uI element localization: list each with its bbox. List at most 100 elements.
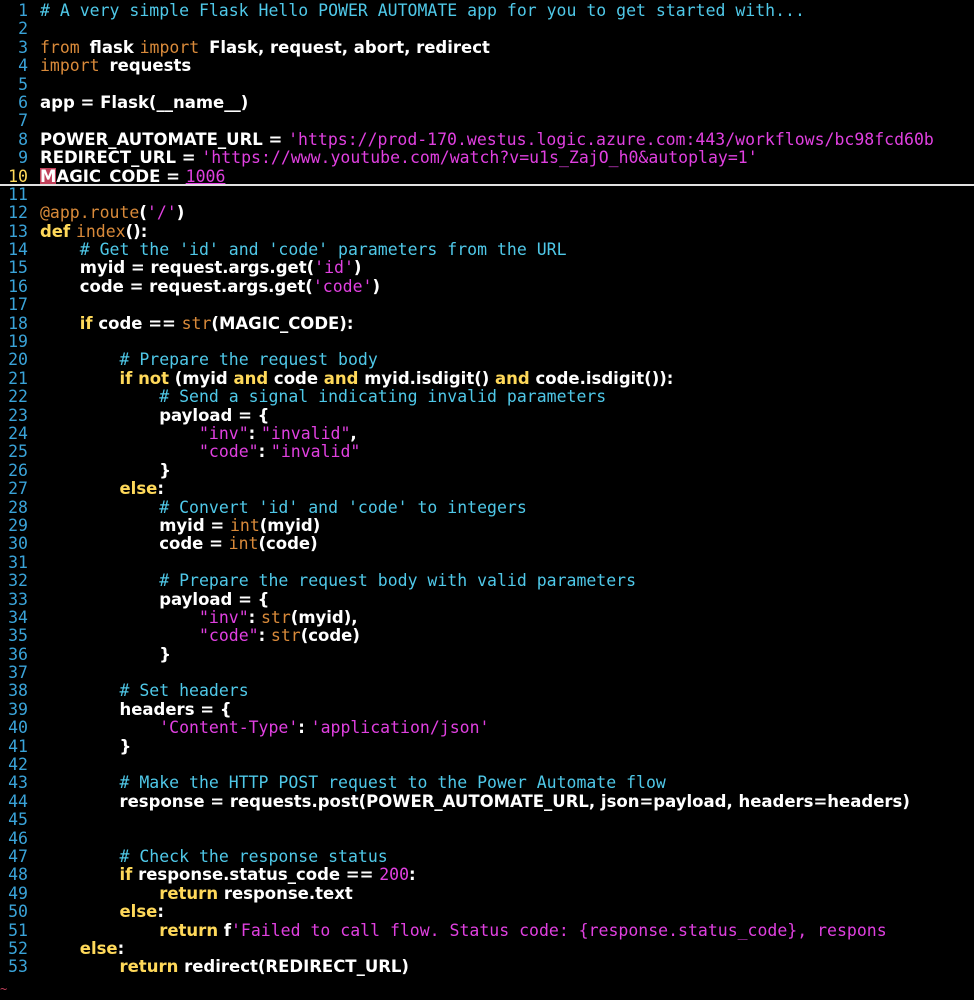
code-line[interactable]: 42: [0, 756, 974, 774]
line-number: 17: [8, 296, 28, 315]
code-line[interactable]: 50 else:: [0, 903, 974, 921]
line-code: }: [40, 646, 171, 664]
code-line[interactable]: 49 return response.text: [0, 885, 974, 903]
code-line[interactable]: 16 code = request.args.get('code'): [0, 278, 974, 296]
code-token: (: [139, 204, 147, 223]
code-line[interactable]: 44 response = requests.post(POWER_AUTOMA…: [0, 793, 974, 811]
code-token: 'https://prod-170.westus.logic.azure.com…: [288, 130, 934, 149]
code-line[interactable]: 34 "inv": str(myid),: [0, 609, 974, 627]
code-token: and: [323, 369, 365, 388]
code-token: payload = {: [159, 590, 270, 609]
code-line[interactable]: 52 else:: [0, 940, 974, 958]
line-number: 35: [8, 627, 28, 646]
code-token: return: [159, 884, 224, 903]
line-code: # Convert 'id' and 'code' to integers: [40, 499, 527, 517]
code-line[interactable]: 1 # A very simple Flask Hello POWER AUTOM…: [0, 2, 974, 20]
code-line[interactable]: 47 # Check the response status: [0, 848, 974, 866]
code-line[interactable]: 11: [0, 186, 974, 204]
code-line[interactable]: 6 app = Flask(__name__): [0, 94, 974, 112]
code-line[interactable]: 3 from flask import Flask, request, abort…: [0, 39, 974, 57]
code-line[interactable]: 2: [0, 20, 974, 38]
line-number: 4: [18, 57, 28, 76]
code-line[interactable]: 30 code = int(code): [0, 535, 974, 553]
line-code: if not (myid and code and myid.isdigit()…: [40, 370, 673, 388]
line-number: 25: [8, 443, 28, 462]
code-line[interactable]: 15 myid = request.args.get('id'): [0, 259, 974, 277]
end-of-buffer-tilde: ~: [0, 982, 8, 996]
line-number: 6: [18, 93, 28, 112]
code-line[interactable]: 23 payload = {: [0, 407, 974, 425]
code-line[interactable]: 13 def index():: [0, 223, 974, 241]
code-editor[interactable]: 1 # A very simple Flask Hello POWER AUTOM…: [0, 2, 974, 977]
code-token: # Convert 'id' and 'code' to integers: [159, 498, 527, 517]
code-line[interactable]: 31: [0, 554, 974, 572]
line-code: POWER_AUTOMATE_URL = 'https://prod-170.w…: [40, 131, 934, 149]
line-number: 8: [18, 130, 28, 149]
code-line[interactable]: 38 # Set headers: [0, 682, 974, 700]
code-line[interactable]: 14 # Get the 'id' and 'code' parameters …: [0, 241, 974, 259]
code-line[interactable]: 18 if code == str(MAGIC_CODE):: [0, 315, 974, 333]
code-line[interactable]: 24 "inv": "invalid",: [0, 425, 974, 443]
code-line[interactable]: 25 "code": "invalid": [0, 443, 974, 461]
line-number: 11: [8, 185, 28, 204]
line-code: "code": str(code): [40, 627, 360, 645]
code-line[interactable]: 40 'Content-Type': 'application/json': [0, 719, 974, 737]
code-line[interactable]: 4 import requests: [0, 57, 974, 75]
code-line[interactable]: 8 POWER_AUTOMATE_URL = 'https://prod-170.…: [0, 131, 974, 149]
line-code: headers = {: [40, 701, 231, 719]
code-line[interactable]: 53 return redirect(REDIRECT_URL): [0, 958, 974, 976]
code-token: ): [372, 277, 380, 296]
code-line[interactable]: 36 }: [0, 646, 974, 664]
code-line[interactable]: 20 # Prepare the request body: [0, 351, 974, 369]
code-line[interactable]: 27 else:: [0, 480, 974, 498]
code-token: # Set headers: [119, 682, 249, 701]
code-line[interactable]: 19: [0, 333, 974, 351]
code-line[interactable]: 29 myid = int(myid): [0, 517, 974, 535]
code-line[interactable]: 41 }: [0, 738, 974, 756]
code-line[interactable]: 7: [0, 112, 974, 130]
code-line[interactable]: 17: [0, 296, 974, 314]
code-line[interactable]: 46: [0, 830, 974, 848]
code-line[interactable]: 43 # Make the HTTP POST request to the P…: [0, 774, 974, 792]
code-line[interactable]: 21 if not (myid and code and myid.isdigi…: [0, 370, 974, 388]
code-line[interactable]: 12 @app.route('/'): [0, 204, 974, 222]
code-token: 200: [379, 866, 410, 885]
code-line[interactable]: 35 "code": str(code): [0, 627, 974, 645]
code-line[interactable]: 10 MAGIC_CODE = 1006: [0, 167, 974, 186]
code-line[interactable]: 5: [0, 76, 974, 94]
code-token: # Make the HTTP POST request to the Powe…: [119, 774, 666, 793]
code-token: "code": [198, 443, 259, 462]
code-line[interactable]: 51 return f'Failed to call flow. Status …: [0, 922, 974, 940]
code-line[interactable]: 26 }: [0, 462, 974, 480]
code-token: # Prepare the request body: [119, 351, 378, 370]
line-code: code = request.args.get('code'): [40, 278, 380, 296]
code-token: :: [258, 627, 271, 646]
code-token: str: [181, 314, 212, 333]
code-line[interactable]: 32 # Prepare the request body with valid…: [0, 572, 974, 590]
code-line[interactable]: 9 REDIRECT_URL = 'https://www.youtube.com…: [0, 149, 974, 167]
code-line[interactable]: 39 headers = {: [0, 701, 974, 719]
code-token: :: [248, 608, 261, 627]
line-code: # Prepare the request body with valid pa…: [40, 572, 636, 590]
code-line[interactable]: 48 if response.status_code == 200:: [0, 866, 974, 884]
code-token: and: [495, 369, 536, 388]
line-number: 51: [8, 921, 28, 940]
code-line[interactable]: 28 # Convert 'id' and 'code' to integers: [0, 499, 974, 517]
code-line[interactable]: 37: [0, 664, 974, 682]
code-token: int: [228, 535, 259, 554]
code-token: "code": [198, 627, 259, 646]
line-code: }: [40, 462, 171, 480]
code-line[interactable]: 22 # Send a signal indicating invalid pa…: [0, 388, 974, 406]
code-line[interactable]: 33 payload = {: [0, 591, 974, 609]
code-token: if not: [119, 369, 175, 388]
line-number: 22: [8, 388, 28, 407]
code-line[interactable]: 45: [0, 811, 974, 829]
